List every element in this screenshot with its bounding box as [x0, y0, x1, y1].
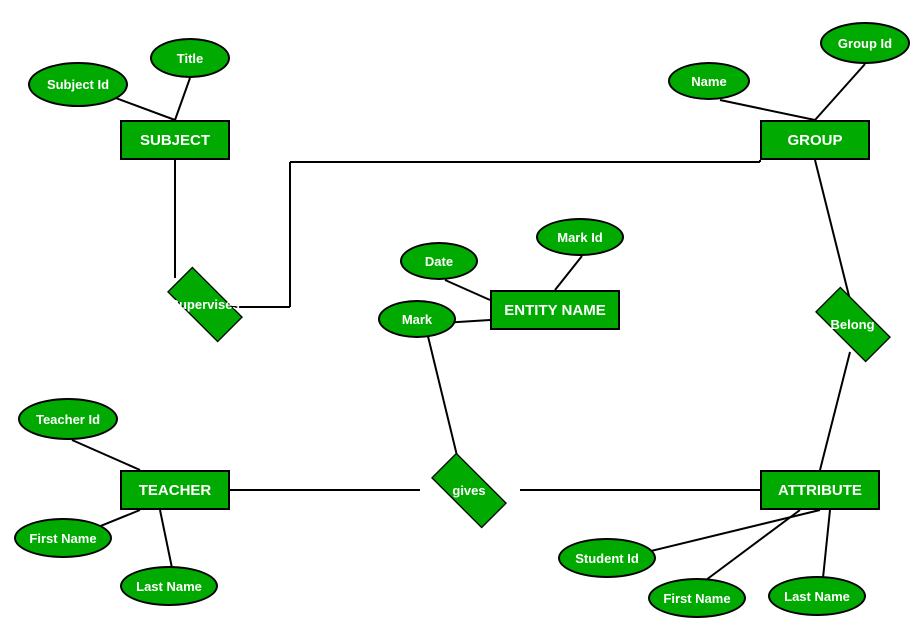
supervises-diamond: Supervises	[145, 275, 265, 333]
last-name-attribute-ellipse: Last Name	[768, 576, 866, 616]
er-diagram: SUBJECT GROUP ENTITY NAME TEACHER ATTRIB…	[0, 0, 913, 641]
mark-ellipse: Mark	[378, 300, 456, 338]
teacher-id-ellipse: Teacher Id	[18, 398, 118, 440]
teacher-entity: TEACHER	[120, 470, 230, 510]
date-ellipse: Date	[400, 242, 478, 280]
subject-id-ellipse: Subject Id	[28, 62, 128, 107]
subject-entity: SUBJECT	[120, 120, 230, 160]
attribute-entity: ATTRIBUTE	[760, 470, 880, 510]
mark-id-ellipse: Mark Id	[536, 218, 624, 256]
student-id-ellipse: Student Id	[558, 538, 656, 578]
name-ellipse: Name	[668, 62, 750, 100]
group-id-ellipse: Group Id	[820, 22, 910, 64]
first-name-teacher-ellipse: First Name	[14, 518, 112, 558]
last-name-teacher-ellipse: Last Name	[120, 566, 218, 606]
belong-diamond: Belong	[800, 296, 905, 352]
first-name-attribute-ellipse: First Name	[648, 578, 746, 618]
title-ellipse: Title	[150, 38, 230, 78]
gives-diamond: gives	[415, 462, 523, 518]
group-entity: GROUP	[760, 120, 870, 160]
connection-lines	[0, 0, 913, 641]
entity-name-entity: ENTITY NAME	[490, 290, 620, 330]
